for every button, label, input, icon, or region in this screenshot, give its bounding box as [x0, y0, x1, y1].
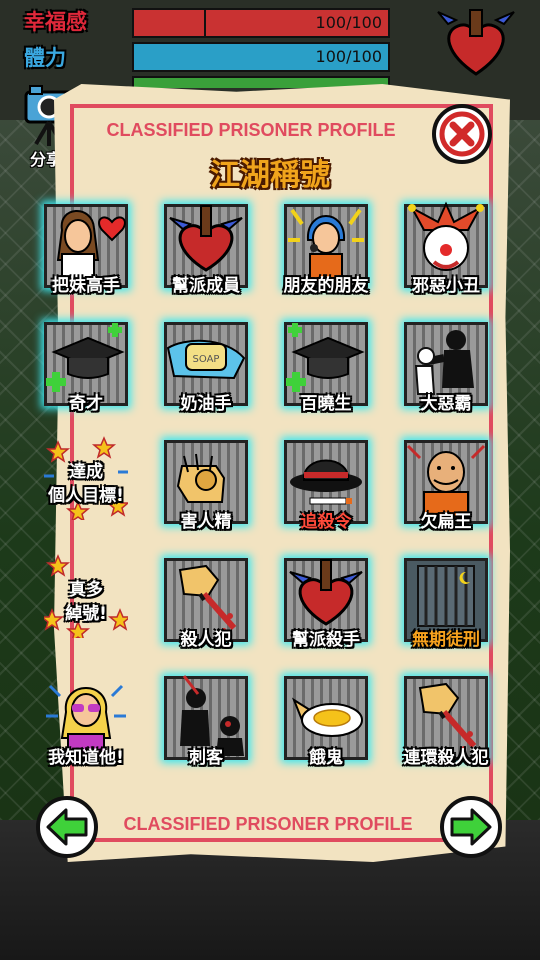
title-tile[interactable]: 害人精: [154, 432, 258, 536]
stat-stamina-value: 100/100: [315, 47, 382, 66]
title-tile[interactable]: 達成 個人目標!: [34, 432, 138, 536]
title-label: 幫派成員: [172, 276, 240, 296]
title-tile[interactable]: 餓鬼: [274, 668, 378, 772]
title-tile[interactable]: 百曉生: [274, 314, 378, 418]
title-label: 欠扁王: [420, 512, 472, 532]
footer-title: CLASSIFIED PRISONER PROFILE: [123, 814, 413, 834]
title-label: 追殺令: [300, 512, 352, 532]
title-label: 邪惡小丑: [412, 276, 480, 296]
title-label: 真多 綽號!: [65, 580, 107, 624]
title-label: 朋友的朋友: [283, 276, 369, 296]
title-tile[interactable]: 真多 綽號!: [34, 550, 138, 654]
title-tile[interactable]: 欠扁王: [394, 432, 498, 536]
stat-happiness-value: 100/100: [315, 13, 382, 32]
gang-emblem-icon: [437, 9, 515, 76]
title-label: 大惡霸: [420, 394, 472, 414]
prev-page-button[interactable]: [36, 796, 98, 858]
title-tile[interactable]: 無期徒刑: [394, 550, 498, 654]
title-tile[interactable]: 奇才: [34, 314, 138, 418]
close-x-icon: [439, 111, 485, 157]
close-button[interactable]: [432, 104, 492, 164]
next-page-button[interactable]: [440, 796, 502, 858]
title-tile[interactable]: 連環殺人犯: [394, 668, 498, 772]
title-tile[interactable]: 把妹高手: [34, 196, 138, 300]
header-title: CLASSIFIED PRISONER PROFILE: [106, 120, 396, 140]
title-label: 幫派殺手: [292, 630, 360, 650]
title-tile[interactable]: 幫派殺手: [274, 550, 378, 654]
stat-stamina-bar: 100/100: [132, 42, 390, 72]
arrow-left-icon: [46, 808, 88, 846]
title-label: 連環殺人犯: [403, 748, 489, 768]
title-label: 把妹高手: [52, 276, 120, 296]
title-tile[interactable]: 邪惡小丑: [394, 196, 498, 300]
title-tile[interactable]: 朋友的朋友: [274, 196, 378, 300]
title-label: 無期徒刑: [412, 630, 480, 650]
title-label: 餓鬼: [309, 748, 343, 768]
stat-stamina-label: 體力: [24, 46, 66, 70]
section-title: 江湖稱號: [210, 158, 330, 193]
title-tile[interactable]: 大惡霸: [394, 314, 498, 418]
title-tile[interactable]: 我知道他!: [34, 668, 138, 772]
arrow-right-icon: [450, 808, 492, 846]
title-tile[interactable]: 幫派成員: [154, 196, 258, 300]
title-tile[interactable]: 殺人犯: [154, 550, 258, 654]
title-label: 殺人犯: [180, 630, 232, 650]
title-label: 我知道他!: [48, 748, 124, 768]
title-label: 奶油手: [180, 394, 232, 414]
stat-happiness-bar: 100/100: [132, 8, 390, 38]
title-tile[interactable]: 追殺令: [274, 432, 378, 536]
title-label: 刺客: [189, 748, 223, 768]
soap-text: SOAP: [193, 354, 220, 365]
title-label: 奇才: [69, 394, 103, 414]
title-tile[interactable]: SOAP 奶油手: [154, 314, 258, 418]
title-label: 百曉生: [300, 394, 352, 414]
title-tile[interactable]: 刺客: [154, 668, 258, 772]
title-label: 害人精: [180, 512, 232, 532]
stat-happiness-label: 幸福感: [24, 10, 87, 34]
title-label: 達成 個人目標!: [48, 462, 124, 506]
